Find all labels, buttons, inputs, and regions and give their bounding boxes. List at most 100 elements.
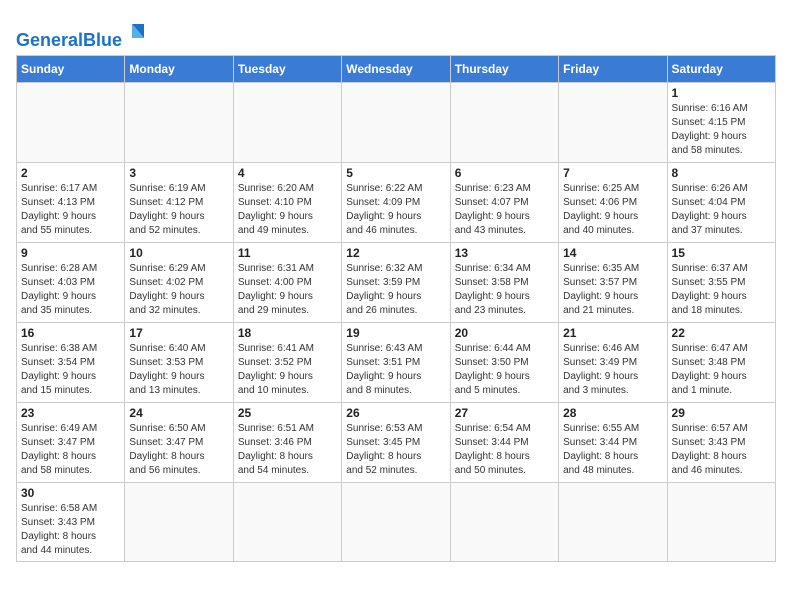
- day-number: 29: [672, 406, 771, 420]
- calendar-cell: 4 Sunrise: 6:20 AM Sunset: 4:10 PM Daylig…: [233, 163, 341, 243]
- calendar-week-row: 23Sunrise: 6:49 AM Sunset: 3:47 PM Dayli…: [17, 403, 776, 483]
- day-number: 11: [238, 246, 337, 260]
- calendar-cell: 19 Sunrise: 6:43 AM Sunset: 3:51 PM Dayli…: [342, 323, 450, 403]
- calendar-cell: [17, 83, 125, 163]
- logo-general: General: [16, 30, 83, 50]
- logo: GeneralBlue: [16, 16, 146, 49]
- day-info: Sunrise: 6:28 AM Sunset: 4:03 PM Dayligh…: [21, 262, 120, 318]
- calendar-cell: 2 Sunrise: 6:17 AM Sunset: 4:13 PM Daylig…: [17, 163, 125, 243]
- day-number: 16: [21, 326, 120, 340]
- calendar-cell: 1 Sunrise: 6:16 AM Sunset: 4:15 PM Daylig…: [667, 83, 775, 163]
- day-header-monday: Monday: [125, 56, 233, 83]
- day-number: 22: [672, 326, 771, 340]
- calendar-cell: [342, 483, 450, 562]
- logo-blue: Blue: [83, 30, 122, 50]
- day-number: 15: [672, 246, 771, 260]
- calendar-cell: 24Sunrise: 6:50 AM Sunset: 3:47 PM Dayli…: [125, 403, 233, 483]
- calendar-cell: 12 Sunrise: 6:32 AM Sunset: 3:59 PM Dayli…: [342, 243, 450, 323]
- calendar-week-row: 9 Sunrise: 6:28 AM Sunset: 4:03 PM Daylig…: [17, 243, 776, 323]
- day-number: 27: [455, 406, 554, 420]
- calendar-cell: 8Sunrise: 6:26 AM Sunset: 4:04 PM Daylig…: [667, 163, 775, 243]
- day-info: Sunrise: 6:20 AM Sunset: 4:10 PM Dayligh…: [238, 182, 337, 238]
- day-info: Sunrise: 6:55 AM Sunset: 3:44 PM Dayligh…: [563, 422, 662, 478]
- day-info: Sunrise: 6:40 AM Sunset: 3:53 PM Dayligh…: [129, 342, 228, 398]
- calendar-cell: 17 Sunrise: 6:40 AM Sunset: 3:53 PM Dayli…: [125, 323, 233, 403]
- calendar-week-row: 16Sunrise: 6:38 AM Sunset: 3:54 PM Dayli…: [17, 323, 776, 403]
- day-number: 28: [563, 406, 662, 420]
- day-info: Sunrise: 6:44 AM Sunset: 3:50 PM Dayligh…: [455, 342, 554, 398]
- day-info: Sunrise: 6:51 AM Sunset: 3:46 PM Dayligh…: [238, 422, 337, 478]
- day-info: Sunrise: 6:46 AM Sunset: 3:49 PM Dayligh…: [563, 342, 662, 398]
- day-number: 26: [346, 406, 445, 420]
- day-info: Sunrise: 6:34 AM Sunset: 3:58 PM Dayligh…: [455, 262, 554, 318]
- calendar-cell: [233, 83, 341, 163]
- day-header-wednesday: Wednesday: [342, 56, 450, 83]
- day-number: 21: [563, 326, 662, 340]
- day-header-saturday: Saturday: [667, 56, 775, 83]
- calendar-cell: 20Sunrise: 6:44 AM Sunset: 3:50 PM Dayli…: [450, 323, 558, 403]
- day-info: Sunrise: 6:47 AM Sunset: 3:48 PM Dayligh…: [672, 342, 771, 398]
- calendar-cell: [450, 83, 558, 163]
- day-number: 5: [346, 166, 445, 180]
- day-info: Sunrise: 6:29 AM Sunset: 4:02 PM Dayligh…: [129, 262, 228, 318]
- day-info: Sunrise: 6:16 AM Sunset: 4:15 PM Dayligh…: [672, 102, 771, 158]
- calendar-header-row: SundayMondayTuesdayWednesdayThursdayFrid…: [17, 56, 776, 83]
- day-info: Sunrise: 6:22 AM Sunset: 4:09 PM Dayligh…: [346, 182, 445, 238]
- day-number: 25: [238, 406, 337, 420]
- calendar-cell: 18 Sunrise: 6:41 AM Sunset: 3:52 PM Dayli…: [233, 323, 341, 403]
- calendar-cell: 22 Sunrise: 6:47 AM Sunset: 3:48 PM Dayli…: [667, 323, 775, 403]
- day-info: Sunrise: 6:35 AM Sunset: 3:57 PM Dayligh…: [563, 262, 662, 318]
- calendar-cell: 16Sunrise: 6:38 AM Sunset: 3:54 PM Dayli…: [17, 323, 125, 403]
- calendar-cell: 6Sunrise: 6:23 AM Sunset: 4:07 PM Daylig…: [450, 163, 558, 243]
- day-number: 18: [238, 326, 337, 340]
- day-number: 4: [238, 166, 337, 180]
- calendar-cell: [342, 83, 450, 163]
- day-number: 19: [346, 326, 445, 340]
- day-header-tuesday: Tuesday: [233, 56, 341, 83]
- day-info: Sunrise: 6:17 AM Sunset: 4:13 PM Dayligh…: [21, 182, 120, 238]
- calendar-cell: [450, 483, 558, 562]
- day-info: Sunrise: 6:41 AM Sunset: 3:52 PM Dayligh…: [238, 342, 337, 398]
- day-number: 6: [455, 166, 554, 180]
- day-info: Sunrise: 6:32 AM Sunset: 3:59 PM Dayligh…: [346, 262, 445, 318]
- day-info: Sunrise: 6:57 AM Sunset: 3:43 PM Dayligh…: [672, 422, 771, 478]
- calendar-cell: [125, 483, 233, 562]
- day-info: Sunrise: 6:31 AM Sunset: 4:00 PM Dayligh…: [238, 262, 337, 318]
- day-info: Sunrise: 6:19 AM Sunset: 4:12 PM Dayligh…: [129, 182, 228, 238]
- calendar-cell: 3Sunrise: 6:19 AM Sunset: 4:12 PM Daylig…: [125, 163, 233, 243]
- calendar-cell: 5 Sunrise: 6:22 AM Sunset: 4:09 PM Daylig…: [342, 163, 450, 243]
- calendar-cell: 27Sunrise: 6:54 AM Sunset: 3:44 PM Dayli…: [450, 403, 558, 483]
- day-info: Sunrise: 6:53 AM Sunset: 3:45 PM Dayligh…: [346, 422, 445, 478]
- calendar-cell: 28 Sunrise: 6:55 AM Sunset: 3:44 PM Dayli…: [559, 403, 667, 483]
- day-number: 23: [21, 406, 120, 420]
- day-number: 7: [563, 166, 662, 180]
- day-number: 30: [21, 486, 120, 500]
- calendar-cell: [559, 83, 667, 163]
- page-header: GeneralBlue: [16, 16, 776, 49]
- day-info: Sunrise: 6:43 AM Sunset: 3:51 PM Dayligh…: [346, 342, 445, 398]
- logo-icon: [124, 20, 146, 42]
- calendar-cell: 30 Sunrise: 6:58 AM Sunset: 3:43 PM Dayli…: [17, 483, 125, 562]
- calendar-cell: 29 Sunrise: 6:57 AM Sunset: 3:43 PM Dayli…: [667, 403, 775, 483]
- day-number: 9: [21, 246, 120, 260]
- day-info: Sunrise: 6:50 AM Sunset: 3:47 PM Dayligh…: [129, 422, 228, 478]
- day-number: 2: [21, 166, 120, 180]
- day-number: 17: [129, 326, 228, 340]
- calendar-cell: 10 Sunrise: 6:29 AM Sunset: 4:02 PM Dayli…: [125, 243, 233, 323]
- calendar-cell: [667, 483, 775, 562]
- calendar-cell: 21 Sunrise: 6:46 AM Sunset: 3:49 PM Dayli…: [559, 323, 667, 403]
- calendar-cell: 15 Sunrise: 6:37 AM Sunset: 3:55 PM Dayli…: [667, 243, 775, 323]
- day-number: 8: [672, 166, 771, 180]
- day-number: 12: [346, 246, 445, 260]
- day-header-sunday: Sunday: [17, 56, 125, 83]
- day-number: 1: [672, 86, 771, 100]
- day-info: Sunrise: 6:58 AM Sunset: 3:43 PM Dayligh…: [21, 502, 120, 558]
- calendar-week-row: 1 Sunrise: 6:16 AM Sunset: 4:15 PM Daylig…: [17, 83, 776, 163]
- calendar-week-row: 30 Sunrise: 6:58 AM Sunset: 3:43 PM Dayli…: [17, 483, 776, 562]
- calendar-week-row: 2 Sunrise: 6:17 AM Sunset: 4:13 PM Daylig…: [17, 163, 776, 243]
- day-number: 14: [563, 246, 662, 260]
- day-info: Sunrise: 6:37 AM Sunset: 3:55 PM Dayligh…: [672, 262, 771, 318]
- calendar-cell: 13Sunrise: 6:34 AM Sunset: 3:58 PM Dayli…: [450, 243, 558, 323]
- calendar-cell: 9 Sunrise: 6:28 AM Sunset: 4:03 PM Daylig…: [17, 243, 125, 323]
- day-number: 10: [129, 246, 228, 260]
